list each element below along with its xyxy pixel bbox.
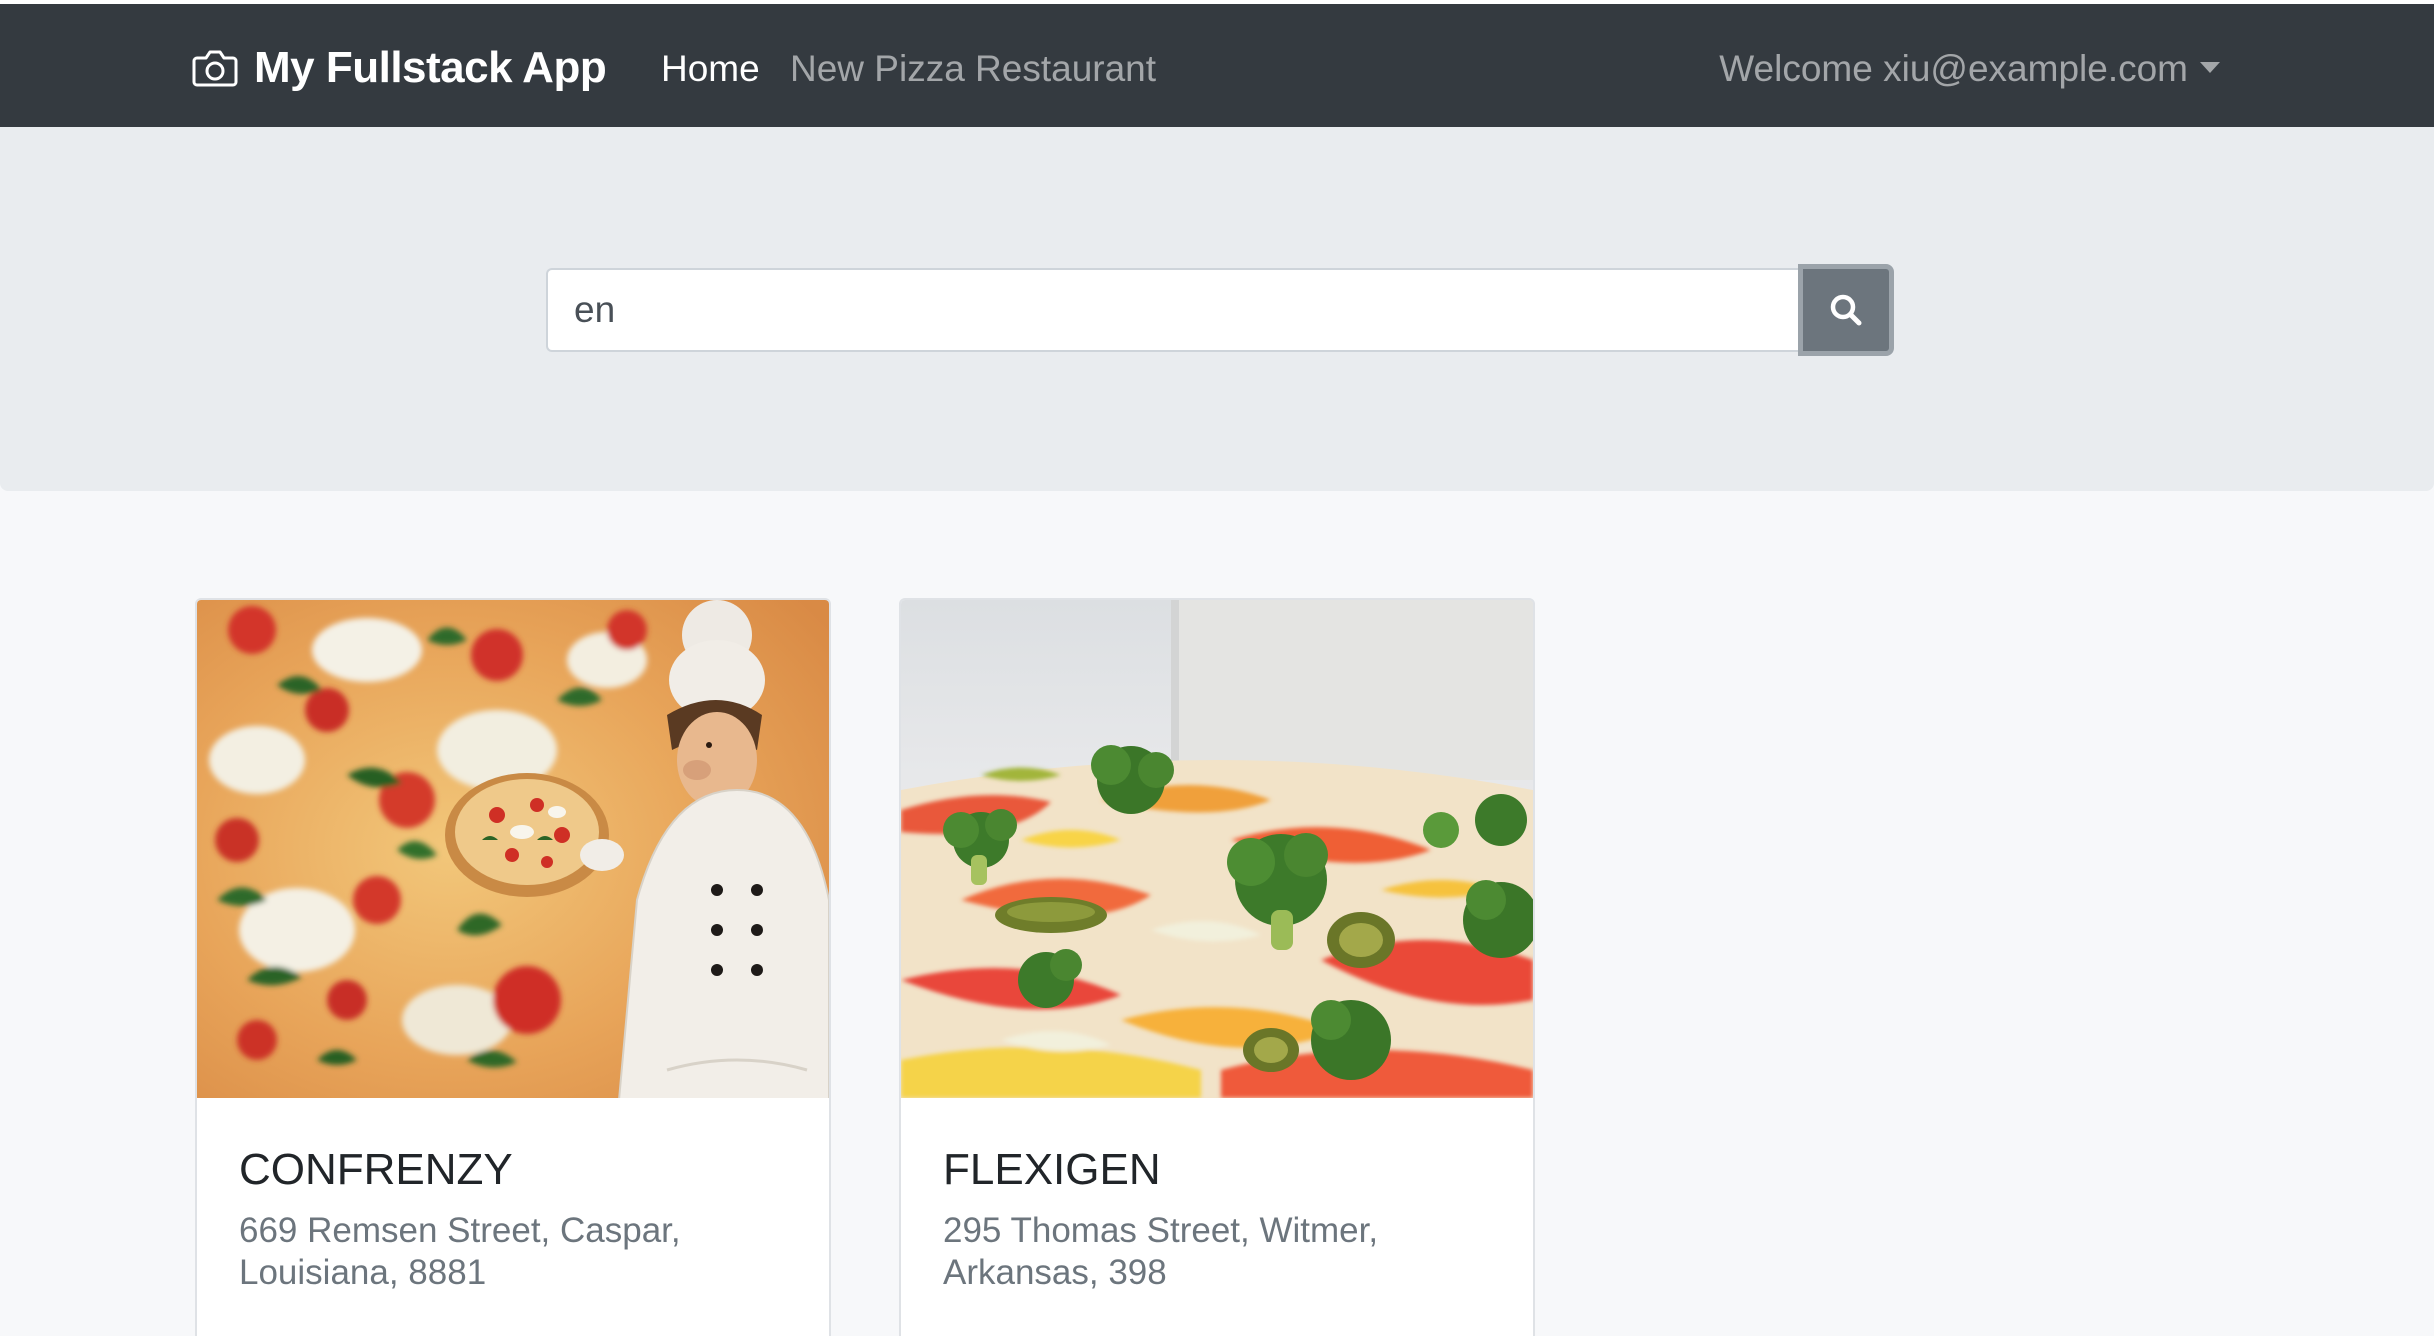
user-dropdown-toggle[interactable]: Welcome xiu@example.com (1719, 44, 2220, 94)
nav-link-home[interactable]: Home (661, 44, 760, 94)
card-body: CONFRENZY 669 Remsen Street, Caspar, Lou… (197, 1098, 829, 1294)
vegetable-pizza-image (901, 600, 1533, 1098)
brand-link[interactable]: My Fullstack App (192, 40, 607, 96)
card-address: 669 Remsen Street, Caspar, Louisiana, 88… (239, 1211, 681, 1292)
card-body: FLEXIGEN 295 Thomas Street, Witmer, Arka… (901, 1098, 1533, 1294)
brand-title: My Fullstack App (254, 43, 607, 92)
navbar: My Fullstack App Home New Pizza Restaura… (0, 0, 2434, 127)
search-input[interactable] (546, 268, 1798, 352)
caret-down-icon (2200, 61, 2220, 73)
user-welcome-label: Welcome xiu@example.com (1719, 48, 2188, 89)
app-frame: My Fullstack App Home New Pizza Restaura… (0, 0, 2434, 1336)
search-icon (1830, 294, 1862, 326)
card-title: FLEXIGEN (943, 1145, 1161, 1194)
camera-icon (192, 50, 238, 87)
search-jumbotron (0, 127, 2434, 491)
card-title: CONFRENZY (239, 1145, 513, 1194)
search-button[interactable] (1798, 264, 1894, 356)
card-address: 295 Thomas Street, Witmer, Arkansas, 398 (943, 1211, 1379, 1292)
restaurant-card[interactable]: FLEXIGEN 295 Thomas Street, Witmer, Arka… (899, 598, 1535, 1336)
search-group (546, 264, 1894, 356)
restaurant-card[interactable]: CONFRENZY 669 Remsen Street, Caspar, Lou… (195, 598, 831, 1336)
page: My Fullstack App Home New Pizza Restaura… (0, 0, 2434, 1336)
nav-link-new-pizza-restaurant[interactable]: New Pizza Restaurant (790, 44, 1156, 94)
pizza-chef-image (197, 600, 829, 1098)
